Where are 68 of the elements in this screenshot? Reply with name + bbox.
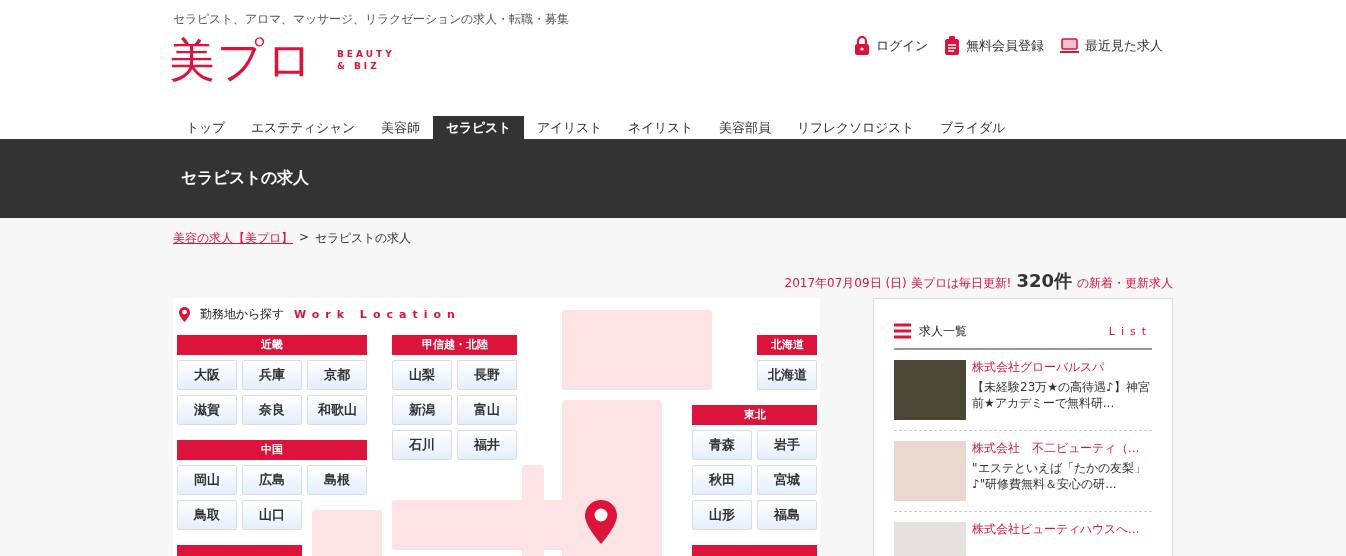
prefecture-button[interactable]: 兵庫	[242, 360, 302, 390]
breadcrumb-current[interactable]: セラピストの求人	[315, 230, 412, 252]
job-description: 【未経験23万★の高待遇♪】神宮前★アカデミーで無料研...	[972, 379, 1151, 411]
prefecture-button[interactable]: 石川	[392, 430, 452, 460]
lock-icon	[854, 36, 870, 55]
nav-tab[interactable]: ネイリスト	[615, 116, 706, 139]
menu-icon	[894, 323, 911, 339]
map-land-shape	[312, 510, 382, 556]
prefecture-button[interactable]: 秋田	[692, 465, 752, 495]
company-link[interactable]: 株式会社グローバルスパ	[972, 360, 1152, 375]
map-subtitle: Work Location	[294, 308, 461, 321]
prefecture-button[interactable]: 富山	[457, 395, 517, 425]
nav-tab[interactable]: リフレクソロジスト	[784, 116, 927, 139]
prefecture-button[interactable]: 福井	[457, 430, 517, 460]
photo-placeholder	[894, 360, 966, 420]
region-header: 近畿	[177, 335, 367, 355]
prefecture-button[interactable]: 山形	[692, 500, 752, 530]
nav-tab[interactable]: 美容師	[368, 116, 433, 139]
prefecture-button[interactable]: 宮城	[757, 465, 817, 495]
prefecture-button[interactable]: 広島	[242, 465, 302, 495]
prefecture-button[interactable]: 島根	[307, 465, 367, 495]
page-title: セラピストの求人	[181, 168, 310, 189]
nav-tab[interactable]: アイリスト	[524, 116, 615, 139]
prefecture-button[interactable]: 山梨	[392, 360, 452, 390]
breadcrumb-link[interactable]: 美容の求人【美プロ】	[173, 230, 293, 252]
nav-tab[interactable]: エステティシャン	[238, 116, 368, 139]
header-link[interactable]: 最近見た求人	[1060, 36, 1163, 55]
laptop-icon	[1060, 37, 1079, 54]
header-link[interactable]: ログイン	[854, 36, 928, 55]
company-link[interactable]: 株式会社 不二ビューティ（…	[972, 441, 1152, 456]
prefecture-button[interactable]: 滋賀	[177, 395, 237, 425]
site-logo[interactable]: 美プロ BEAUTY & BIZ	[169, 31, 395, 89]
breadcrumb-separator: >	[299, 230, 310, 246]
prefecture-button[interactable]: 岩手	[757, 430, 817, 460]
photo-placeholder	[894, 441, 966, 501]
prefecture-button[interactable]: 岡山	[177, 465, 237, 495]
prefecture-button[interactable]: 新潟	[392, 395, 452, 425]
nav-tab[interactable]: ブライダル	[927, 116, 1018, 139]
card-title: 求人一覧	[919, 323, 968, 339]
prefecture-button[interactable]: 福島	[757, 500, 817, 530]
update-text: の新着・更新求人	[1077, 275, 1173, 292]
clipboard-icon	[944, 36, 960, 55]
prefecture-button[interactable]: 青森	[692, 430, 752, 460]
job-count: 320件	[1016, 269, 1072, 293]
prefecture-button[interactable]: 奈良	[242, 395, 302, 425]
map-pin-icon	[179, 306, 190, 323]
prefecture-button[interactable]: 和歌山	[307, 395, 367, 425]
prefecture-button[interactable]: 山口	[242, 500, 302, 530]
map-title: 勤務地から探す	[200, 307, 284, 322]
prefecture-button[interactable]: 京都	[307, 360, 367, 390]
company-link[interactable]: 株式会社ビューティハウスへ…	[972, 522, 1140, 537]
prefecture-button[interactable]: 長野	[457, 360, 517, 390]
map-pin-icon	[585, 500, 617, 544]
prefecture-button[interactable]: 大阪	[177, 360, 237, 390]
prefecture-button[interactable]: 鳥取	[177, 500, 237, 530]
region-header: 東北	[692, 405, 817, 425]
header-link[interactable]: 無料会員登録	[944, 36, 1044, 55]
region-header: 中国	[177, 440, 367, 460]
region-header: 北海道	[757, 335, 817, 355]
nav-tab[interactable]: セラピスト	[433, 116, 524, 139]
nav-tab[interactable]: 美容部員	[706, 116, 784, 139]
tagline: セラピスト、アロマ、マッサージ、リラクゼーションの求人・転職・募集	[173, 11, 570, 28]
region-header: 甲信越・北陸	[392, 335, 517, 355]
update-date: 2017年07月09日 (日) 美プロは毎日更新!	[784, 275, 1012, 292]
job-description: "エステといえば「たかの友梨」♪"研修費無料＆安心の研...	[972, 460, 1147, 492]
prefecture-button[interactable]: 北海道	[757, 360, 817, 390]
nav-tab[interactable]: トップ	[173, 116, 238, 139]
card-subtitle: List	[1108, 324, 1152, 338]
